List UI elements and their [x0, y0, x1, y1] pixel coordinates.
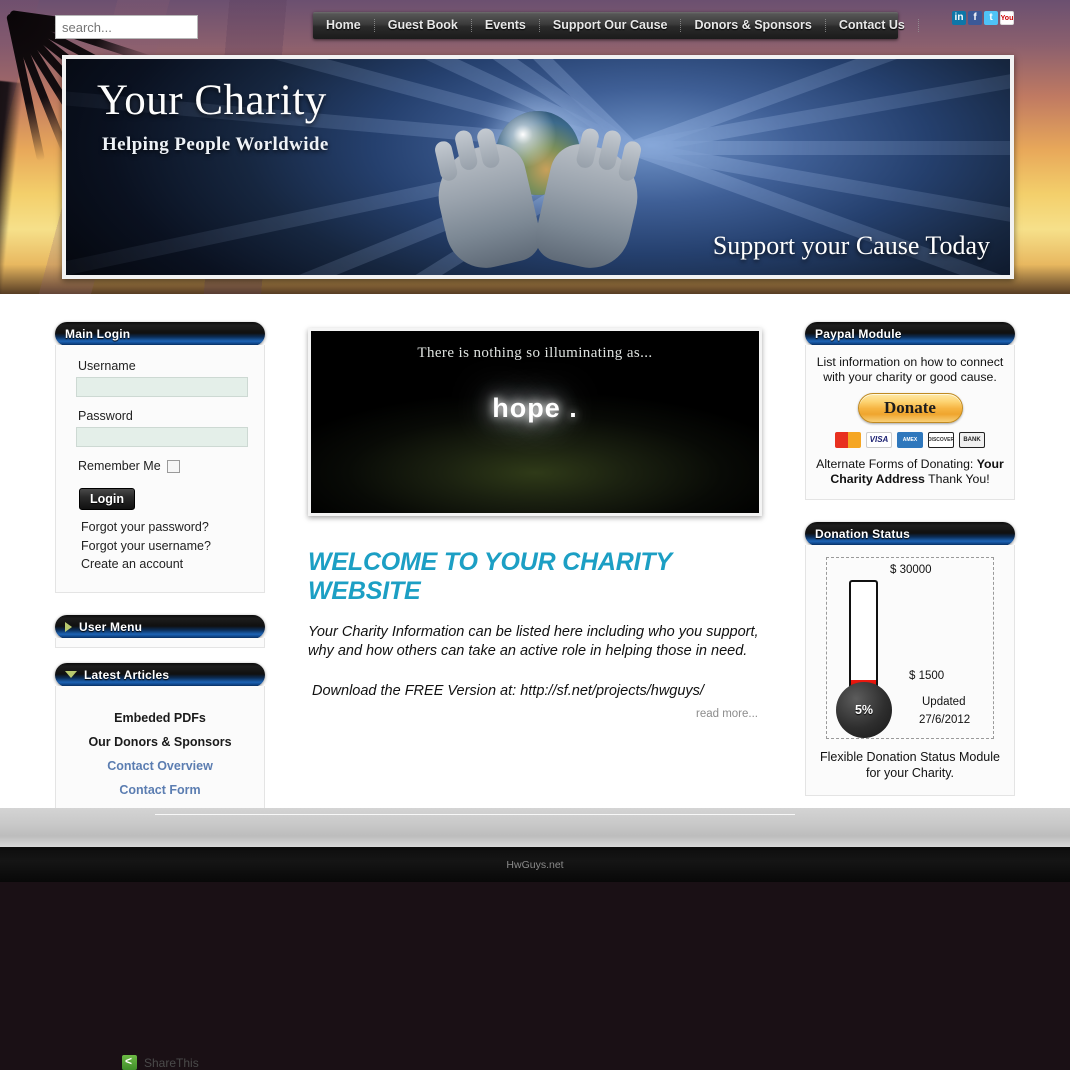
welcome-paragraph: Your Charity Information can be listed h…: [308, 624, 759, 659]
donation-thermometer: 5% $ 30000 $ 1500 Updated 27/6/2012: [826, 557, 994, 739]
video-caption-text: There is nothing so illuminating as...: [417, 345, 653, 361]
nav-item-support-our-cause[interactable]: Support Our Cause: [540, 12, 681, 39]
site-footer: HwGuys.net: [0, 847, 1070, 882]
linkedin-icon[interactable]: in: [952, 11, 966, 25]
remember-me-label: Remember Me: [78, 459, 161, 473]
banner-title: Your Charity: [97, 77, 327, 124]
sharethis-link[interactable]: ShareThis: [122, 1054, 199, 1070]
latest-articles-title: Latest Articles: [84, 667, 170, 682]
main-login-header: Main Login: [55, 322, 265, 346]
right-sidebar: Paypal Module List information on how to…: [805, 322, 1015, 796]
alternate-suffix: Thank You!: [924, 472, 990, 486]
amex-icon: AMEX: [897, 432, 923, 448]
password-label: Password: [78, 409, 133, 423]
read-more-link[interactable]: read more...: [308, 708, 758, 720]
article-link-contact-form[interactable]: Contact Form: [56, 778, 264, 802]
banner-subtitle: Helping People Worldwide: [102, 134, 329, 155]
nav-item-home[interactable]: Home: [313, 12, 374, 39]
updated-label: Updated: [922, 696, 966, 708]
site-banner: Your Charity Helping People Worldwide Su…: [62, 55, 1014, 279]
nav-item-events[interactable]: Events: [472, 12, 539, 39]
chevron-right-icon: [65, 621, 72, 632]
login-links: Forgot your password? Forgot your userna…: [81, 520, 264, 572]
mastercard-icon: [835, 432, 861, 448]
share-icon: [122, 1054, 137, 1070]
center-content-column: There is nothing so illuminating as... h…: [308, 328, 764, 720]
username-label: Username: [78, 359, 136, 373]
username-input[interactable]: [76, 377, 248, 397]
hands-holding-globe-image: [428, 87, 648, 275]
footer-spacer-band: [0, 808, 1070, 847]
donation-status-title: Donation Status: [815, 527, 910, 541]
updated-date: 27/6/2012: [919, 714, 971, 726]
thermometer-bulb: 5%: [836, 682, 892, 738]
password-input[interactable]: [76, 427, 248, 447]
latest-articles-header[interactable]: Latest Articles: [55, 662, 265, 687]
accepted-payment-icons: VISA AMEX DISCOVER BANK: [814, 432, 1006, 448]
donation-current-label: $ 1500: [909, 670, 945, 682]
donation-status-module: Donation Status 5% $ 30000 $ 1500 Update…: [805, 522, 1015, 796]
user-menu-module: User Menu: [55, 614, 265, 648]
main-navigation: Home Guest Book Events Support Our Cause…: [313, 12, 919, 39]
video-glow-text: hope .: [492, 393, 578, 423]
nav-separator: [373, 19, 375, 32]
paypal-module: Paypal Module List information on how to…: [805, 322, 1015, 500]
search-input[interactable]: [55, 15, 198, 39]
thermometer-tube: [849, 580, 878, 692]
remember-me-checkbox[interactable]: [166, 459, 180, 473]
article-link-contact-overview[interactable]: Contact Overview: [56, 754, 264, 778]
donation-goal-label: $ 30000: [890, 564, 932, 576]
nav-item-donors-sponsors[interactable]: Donors & Sponsors: [681, 12, 824, 39]
top-bar: Home Guest Book Events Support Our Cause…: [0, 0, 1070, 42]
page-title: WELCOME TO YOUR CHARITY WEBSITE: [308, 548, 672, 605]
twitter-icon[interactable]: t: [984, 11, 998, 25]
article-link-embeded-pdfs[interactable]: Embeded PDFs: [56, 706, 264, 730]
nav-separator: [680, 19, 682, 32]
alternate-prefix: Alternate Forms of Donating:: [816, 457, 977, 471]
main-login-module: Main Login Username Password Remember Me…: [55, 322, 265, 593]
discover-icon: DISCOVER: [928, 432, 954, 448]
visa-icon: VISA: [866, 432, 892, 448]
alternate-donation-text: Alternate Forms of Donating: Your Charit…: [814, 457, 1006, 487]
download-line: Download the FREE Version at: http://sf.…: [312, 683, 704, 699]
paypal-module-title: Paypal Module: [815, 327, 902, 341]
login-button[interactable]: Login: [79, 488, 136, 510]
sharethis-label: ShareThis: [144, 1055, 199, 1070]
donate-button[interactable]: Donate: [857, 393, 963, 423]
paypal-module-header: Paypal Module: [805, 322, 1015, 346]
nav-separator: [470, 19, 472, 32]
bank-icon: BANK: [959, 432, 985, 448]
remember-me-row: Remember Me: [78, 459, 264, 473]
user-menu-title: User Menu: [79, 619, 143, 634]
nav-separator: [824, 19, 826, 32]
nav-item-contact-us[interactable]: Contact Us: [826, 12, 918, 39]
user-menu-header[interactable]: User Menu: [55, 614, 265, 639]
footer-text: HwGuys.net: [506, 858, 564, 871]
banner-tagline: Support your Cause Today: [712, 231, 990, 260]
donation-caption: Flexible Donation Status Module for your…: [820, 750, 1000, 780]
chevron-down-icon: [65, 671, 77, 678]
donation-status-header: Donation Status: [805, 522, 1015, 546]
main-content-area: Main Login Username Password Remember Me…: [0, 294, 1070, 1070]
facebook-icon[interactable]: f: [968, 11, 982, 25]
nav-separator: [538, 19, 540, 32]
create-account-link[interactable]: Create an account: [81, 557, 264, 572]
forgot-username-link[interactable]: Forgot your username?: [81, 539, 264, 554]
nav-item-guest-book[interactable]: Guest Book: [375, 12, 471, 39]
social-links: in f t You: [952, 11, 1014, 25]
latest-articles-module: Latest Articles Embeded PDFs Our Donors …: [55, 662, 265, 825]
video-player[interactable]: There is nothing so illuminating as... h…: [308, 328, 762, 516]
main-login-title: Main Login: [65, 327, 131, 341]
nav-separator: [917, 19, 919, 32]
paypal-intro-text: List information on how to connect with …: [816, 355, 1004, 384]
youtube-icon[interactable]: You: [1000, 11, 1014, 25]
donation-percent: 5%: [854, 703, 874, 717]
forgot-password-link[interactable]: Forgot your password?: [81, 520, 264, 535]
article-link-our-donors-sponsors[interactable]: Our Donors & Sponsors: [56, 730, 264, 754]
left-sidebar: Main Login Username Password Remember Me…: [55, 322, 265, 825]
